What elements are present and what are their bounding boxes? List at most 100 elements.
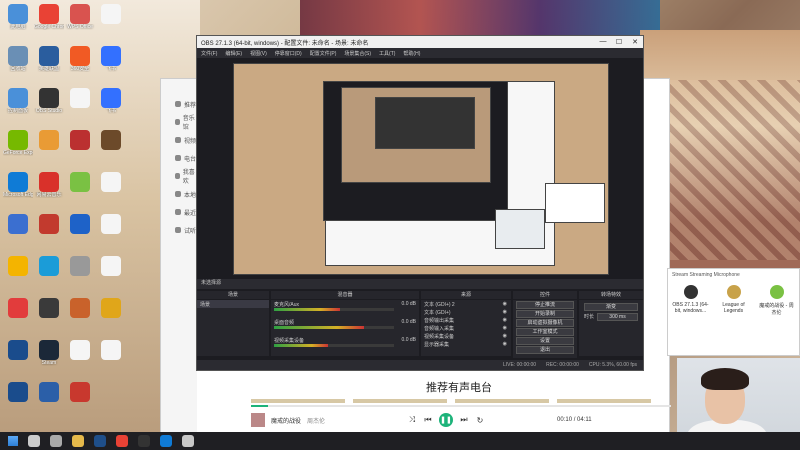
desktop-icon[interactable] xyxy=(96,298,126,318)
desktop-icon[interactable]: Google Chrome xyxy=(34,4,64,30)
obs-titlebar[interactable]: OBS 27.1.3 (64-bit, windows) - 配置文件: 未命名… xyxy=(197,36,643,48)
visibility-icon[interactable]: ◉ xyxy=(503,309,507,315)
desktop-icon[interactable]: WPS Office xyxy=(65,4,95,30)
taskview-icon[interactable] xyxy=(50,435,62,447)
shield-icon[interactable] xyxy=(182,435,194,447)
mixer-channel[interactable]: 麦克风/Aux 0.0 dB xyxy=(271,300,419,318)
desktop-icon[interactable] xyxy=(65,214,95,234)
popup-app-item[interactable]: 魔戒的战役 - 周杰伦 xyxy=(758,285,795,316)
menu-item[interactable]: 帮助(H) xyxy=(403,50,420,57)
visibility-icon[interactable]: ◉ xyxy=(503,317,507,323)
desktop-icon[interactable] xyxy=(65,88,95,108)
repeat-icon[interactable]: ↻ xyxy=(475,415,485,425)
desktop-icon[interactable]: 飞书 xyxy=(96,46,126,72)
desktop-icon[interactable]: Steam xyxy=(34,340,64,366)
desktop-icon[interactable]: 此电脑 xyxy=(3,4,33,30)
menu-item[interactable]: 停靠窗口(D) xyxy=(275,50,302,57)
control-button[interactable]: 停止推流 xyxy=(516,301,574,309)
minimize-icon[interactable]: — xyxy=(595,38,611,46)
desktop-icon[interactable] xyxy=(34,382,64,402)
obs-icon[interactable] xyxy=(138,435,150,447)
sidebar-item[interactable]: 本地 xyxy=(161,185,197,203)
sources-list[interactable]: 文本 (GDI+) 2 ◉ 文本 (GDI+) ◉ 音频输出采集 ◉ 音频输入采集 ◉ 视频采集… xyxy=(421,300,511,356)
desktop-icon[interactable] xyxy=(3,256,33,276)
visibility-icon[interactable]: ◉ xyxy=(503,333,507,339)
radio-cards[interactable] xyxy=(251,399,651,403)
desktop-icon[interactable] xyxy=(96,214,126,234)
scene-item[interactable]: 场景 xyxy=(197,300,269,308)
control-button[interactable]: 退出 xyxy=(516,346,574,354)
maximize-icon[interactable]: ☐ xyxy=(611,38,627,46)
audio-popup[interactable]: Stream Streaming Microphone OBS 27.1.3 (… xyxy=(667,268,800,356)
desktop-icon[interactable] xyxy=(34,130,64,150)
audio-mixer[interactable]: 麦克风/Aux 0.0 dB 桌面音频 0.0 dB 视频采集设备 0.0 dB xyxy=(271,300,419,356)
obs-window[interactable]: OBS 27.1.3 (64-bit, windows) - 配置文件: 未命名… xyxy=(196,35,644,371)
desktop-icon[interactable] xyxy=(34,298,64,318)
duration-input[interactable]: 300 ms xyxy=(597,313,638,321)
desktop-icon[interactable] xyxy=(3,382,33,402)
source-item[interactable]: 音频输入采集 ◉ xyxy=(421,324,511,332)
playback-progress[interactable] xyxy=(251,405,671,407)
volume-meter[interactable] xyxy=(274,344,394,347)
sidebar-item[interactable]: 我喜欢 xyxy=(161,167,197,185)
edge-icon[interactable] xyxy=(160,435,172,447)
sidebar-item[interactable]: 电台 xyxy=(161,149,197,167)
popup-app-item[interactable]: League of Legends xyxy=(715,285,752,316)
desktop-icon[interactable]: 英雄联盟 xyxy=(34,46,64,72)
desktop-icon[interactable] xyxy=(3,298,33,318)
chrome-icon[interactable] xyxy=(116,435,128,447)
desktop-icon[interactable] xyxy=(96,4,126,24)
next-icon[interactable]: ⏭ xyxy=(459,415,469,425)
visibility-icon[interactable]: ◉ xyxy=(503,301,507,307)
volume-meter[interactable] xyxy=(274,308,394,311)
menu-item[interactable]: 编辑(E) xyxy=(225,50,242,57)
menu-item[interactable]: 配置文件(P) xyxy=(310,50,337,57)
menu-item[interactable]: 视图(V) xyxy=(250,50,267,57)
close-icon[interactable]: ✕ xyxy=(627,38,643,46)
mixer-channel[interactable]: 视频采集设备 0.0 dB xyxy=(271,336,419,354)
obs-preview[interactable] xyxy=(233,63,609,275)
desktop-icon[interactable] xyxy=(65,298,95,318)
desktop-icon[interactable]: OBS Studio xyxy=(34,88,64,114)
album-cover[interactable] xyxy=(251,413,265,427)
prev-icon[interactable]: ⏮ xyxy=(423,415,433,425)
search-icon[interactable] xyxy=(28,435,40,447)
control-button[interactable]: 开始录制 xyxy=(516,310,574,318)
desktop-icon[interactable] xyxy=(3,214,33,234)
visibility-icon[interactable]: ◉ xyxy=(503,325,507,331)
popup-app-item[interactable]: OBS 27.1.3 (64-bit, windows... xyxy=(672,285,709,316)
desktop-icon[interactable] xyxy=(96,340,126,360)
mixer-channel[interactable]: 桌面音频 0.0 dB xyxy=(271,318,419,336)
desktop-icon[interactable] xyxy=(34,214,64,234)
desktop-icon[interactable] xyxy=(65,340,95,360)
menu-item[interactable]: 文件(F) xyxy=(201,50,217,57)
desktop-icon[interactable] xyxy=(65,256,95,276)
sidebar-item[interactable]: 试听 xyxy=(161,221,197,239)
scenes-list[interactable]: 场景 xyxy=(197,300,269,356)
source-item[interactable]: 音频输出采集 ◉ xyxy=(421,316,511,324)
lol-icon[interactable] xyxy=(94,435,106,447)
shuffle-icon[interactable]: ⤨ xyxy=(407,415,417,425)
desktop-icon[interactable]: 网易云音乐 xyxy=(34,172,64,198)
volume-meter[interactable] xyxy=(274,326,394,329)
desktop-icon[interactable]: 飞书 xyxy=(96,88,126,114)
source-item[interactable]: 文本 (GDI+) ◉ xyxy=(421,308,511,316)
source-item[interactable]: 文本 (GDI+) 2 ◉ xyxy=(421,300,511,308)
control-button[interactable]: 启动虚拟摄像机 xyxy=(516,319,574,327)
desktop-icon[interactable]: Microsoft Edge xyxy=(3,172,33,198)
transition-select[interactable]: 渐变 xyxy=(584,303,638,311)
desktop-icon[interactable] xyxy=(96,172,126,192)
control-button[interactable]: 工作室模式 xyxy=(516,328,574,336)
sidebar-item[interactable]: 音乐馆 xyxy=(161,113,197,131)
desktop-icon[interactable] xyxy=(3,340,33,360)
visibility-icon[interactable]: ◉ xyxy=(503,341,507,347)
desktop-icon[interactable]: 回收站 xyxy=(3,46,33,72)
desktop-icon[interactable]: GeForce Experience xyxy=(3,130,33,156)
windows-icon[interactable] xyxy=(8,436,18,446)
desktop-icon[interactable] xyxy=(96,256,126,276)
desktop-icon[interactable]: 360安全 xyxy=(65,46,95,72)
menu-item[interactable]: 工具(T) xyxy=(379,50,395,57)
desktop-icon[interactable] xyxy=(65,130,95,150)
desktop-icon[interactable]: 控制面板 xyxy=(3,88,33,114)
folder-icon[interactable] xyxy=(72,435,84,447)
